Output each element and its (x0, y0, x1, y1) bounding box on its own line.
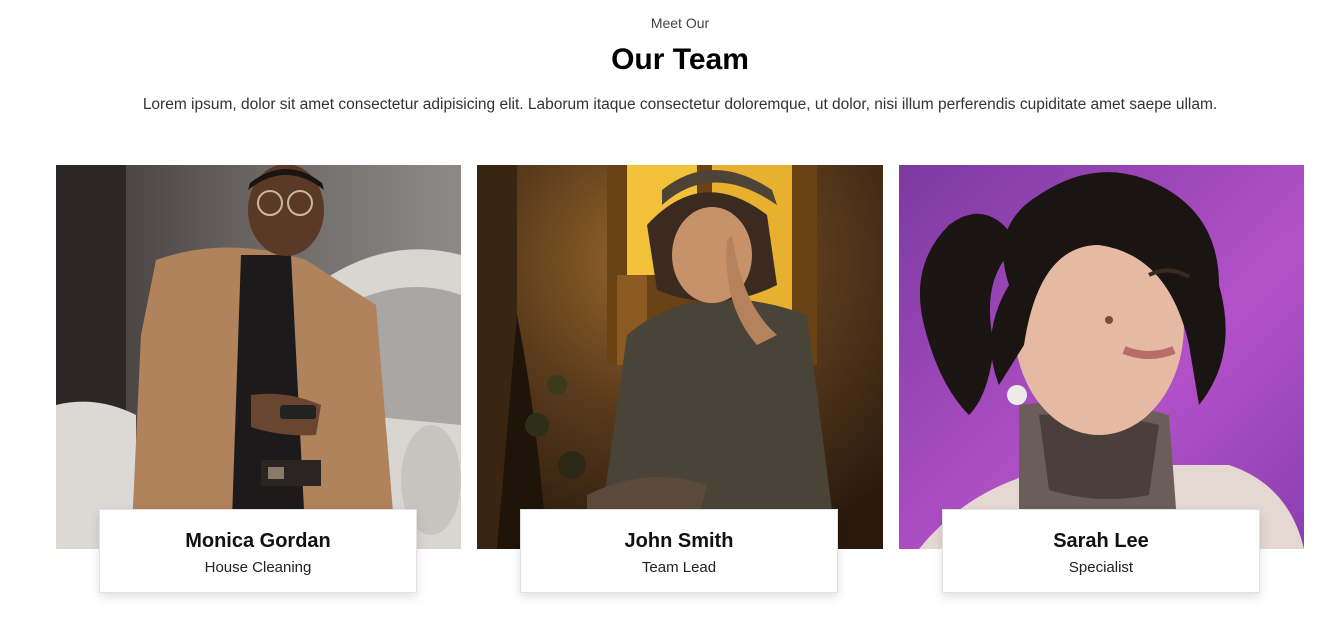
section-eyebrow: Meet Our (650, 15, 710, 31)
section-description: Lorem ipsum, dolor sit amet consectetur … (142, 96, 1218, 113)
team-member-photo (899, 165, 1304, 549)
team-member-photo (477, 165, 883, 549)
team-member-name: John Smith (624, 530, 734, 552)
team-card[interactable]: Monica Gordan House Cleaning (56, 165, 461, 595)
team-card[interactable]: Sarah Lee Specialist (899, 165, 1304, 595)
team-member-role: House Cleaning (204, 559, 312, 576)
team-member-name: Monica Gordan (185, 530, 331, 552)
team-member-info: Sarah Lee Specialist (942, 509, 1260, 593)
team-member-role: Team Lead (641, 559, 717, 576)
team-member-info: John Smith Team Lead (520, 509, 838, 593)
team-member-role: Specialist (1068, 559, 1134, 576)
team-card[interactable]: John Smith Team Lead (477, 165, 883, 595)
team-member-name: Sarah Lee (1053, 530, 1149, 552)
team-member-photo (56, 165, 461, 549)
team-section: Meet Our Our Team Lorem ipsum, dolor sit… (0, 0, 1336, 628)
team-member-info: Monica Gordan House Cleaning (99, 509, 417, 593)
section-title: Our Team (611, 43, 749, 76)
